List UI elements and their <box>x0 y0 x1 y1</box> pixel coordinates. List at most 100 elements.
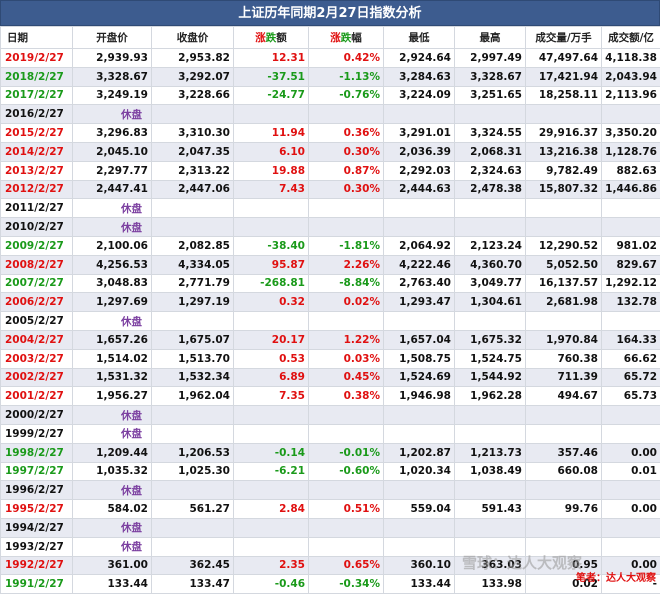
cell-low[interactable]: 1,020.34 <box>384 462 455 481</box>
cell-high[interactable]: 4,360.70 <box>455 255 526 274</box>
cell-high[interactable]: 1,675.32 <box>455 330 526 349</box>
cell-close[interactable]: 2,313.22 <box>152 161 234 180</box>
cell-low[interactable]: 133.44 <box>384 575 455 594</box>
cell-high[interactable]: 3,251.65 <box>455 86 526 105</box>
cell-high[interactable]: 1,038.49 <box>455 462 526 481</box>
cell-low[interactable]: 2,292.03 <box>384 161 455 180</box>
cell-open[interactable]: 1,035.32 <box>73 462 152 481</box>
cell-close[interactable]: 2,771.79 <box>152 274 234 293</box>
cell-open[interactable]: 361.00 <box>73 556 152 575</box>
cell-halt-label[interactable]: 休盘 <box>73 312 152 331</box>
header-low[interactable]: 最低 <box>384 27 455 49</box>
cell-open[interactable]: 2,447.41 <box>73 180 152 199</box>
cell-amt[interactable]: 1,292.12 <box>602 274 660 293</box>
cell-halt-label[interactable]: 休盘 <box>73 481 152 500</box>
cell-amt[interactable]: 1,446.86 <box>602 180 660 199</box>
cell-date[interactable]: 2005/2/27 <box>1 312 73 331</box>
cell-close[interactable]: 3,228.66 <box>152 86 234 105</box>
cell-low[interactable]: 3,284.63 <box>384 67 455 86</box>
cell-empty[interactable] <box>309 537 384 556</box>
cell-chg[interactable]: 11.94 <box>234 124 309 143</box>
cell-amt[interactable]: 65.72 <box>602 368 660 387</box>
cell-empty[interactable] <box>384 406 455 425</box>
cell-vol[interactable]: 13,216.38 <box>526 142 602 161</box>
cell-empty[interactable] <box>234 481 309 500</box>
cell-pct[interactable]: 0.02% <box>309 293 384 312</box>
cell-amt[interactable]: 4,118.38 <box>602 49 660 68</box>
cell-empty[interactable] <box>384 537 455 556</box>
cell-halt-label[interactable]: 休盘 <box>73 406 152 425</box>
cell-close[interactable]: 1,206.53 <box>152 443 234 462</box>
cell-empty[interactable] <box>602 481 660 500</box>
cell-amt[interactable]: 2,043.94 <box>602 67 660 86</box>
cell-chg[interactable]: -6.21 <box>234 462 309 481</box>
cell-date[interactable]: 2019/2/27 <box>1 49 73 68</box>
cell-chg[interactable]: 12.31 <box>234 49 309 68</box>
cell-close[interactable]: 1,962.04 <box>152 387 234 406</box>
cell-amt[interactable]: 981.02 <box>602 236 660 255</box>
cell-empty[interactable] <box>384 312 455 331</box>
cell-high[interactable]: 2,997.49 <box>455 49 526 68</box>
cell-high[interactable]: 2,068.31 <box>455 142 526 161</box>
cell-empty[interactable] <box>309 406 384 425</box>
cell-high[interactable]: 3,328.67 <box>455 67 526 86</box>
header-high[interactable]: 最高 <box>455 27 526 49</box>
cell-empty[interactable] <box>602 218 660 237</box>
cell-pct[interactable]: 0.30% <box>309 142 384 161</box>
cell-empty[interactable] <box>455 312 526 331</box>
cell-halt-label[interactable]: 休盘 <box>73 537 152 556</box>
cell-amt[interactable]: 66.62 <box>602 349 660 368</box>
cell-open[interactable]: 2,100.06 <box>73 236 152 255</box>
cell-open[interactable]: 1,657.26 <box>73 330 152 349</box>
cell-vol[interactable]: 18,258.11 <box>526 86 602 105</box>
cell-vol[interactable]: 9,782.49 <box>526 161 602 180</box>
cell-pct[interactable]: 0.65% <box>309 556 384 575</box>
cell-halt-label[interactable]: 休盘 <box>73 424 152 443</box>
cell-amt[interactable]: 0.00 <box>602 500 660 519</box>
cell-empty[interactable] <box>602 518 660 537</box>
cell-amt[interactable]: 164.33 <box>602 330 660 349</box>
cell-open[interactable]: 584.02 <box>73 500 152 519</box>
cell-high[interactable]: 1,962.28 <box>455 387 526 406</box>
cell-chg[interactable]: 2.35 <box>234 556 309 575</box>
cell-pct[interactable]: -1.13% <box>309 67 384 86</box>
cell-vol[interactable]: 17,421.94 <box>526 67 602 86</box>
cell-empty[interactable] <box>152 406 234 425</box>
cell-chg[interactable]: 7.43 <box>234 180 309 199</box>
cell-empty[interactable] <box>234 105 309 124</box>
cell-empty[interactable] <box>602 424 660 443</box>
cell-chg[interactable]: -0.46 <box>234 575 309 594</box>
cell-empty[interactable] <box>234 199 309 218</box>
cell-chg[interactable]: -38.40 <box>234 236 309 255</box>
cell-amt[interactable]: 65.73 <box>602 387 660 406</box>
cell-date[interactable]: 2003/2/27 <box>1 349 73 368</box>
cell-pct[interactable]: 2.26% <box>309 255 384 274</box>
cell-empty[interactable] <box>526 406 602 425</box>
cell-vol[interactable]: 99.76 <box>526 500 602 519</box>
cell-empty[interactable] <box>309 424 384 443</box>
cell-open[interactable]: 3,328.67 <box>73 67 152 86</box>
cell-empty[interactable] <box>152 312 234 331</box>
cell-chg[interactable]: 7.35 <box>234 387 309 406</box>
cell-low[interactable]: 3,224.09 <box>384 86 455 105</box>
cell-open[interactable]: 1,531.32 <box>73 368 152 387</box>
cell-date[interactable]: 1991/2/27 <box>1 575 73 594</box>
cell-date[interactable]: 1997/2/27 <box>1 462 73 481</box>
cell-empty[interactable] <box>602 199 660 218</box>
cell-date[interactable]: 1993/2/27 <box>1 537 73 556</box>
cell-low[interactable]: 1,202.87 <box>384 443 455 462</box>
cell-open[interactable]: 1,956.27 <box>73 387 152 406</box>
cell-open[interactable]: 133.44 <box>73 575 152 594</box>
cell-close[interactable]: 133.47 <box>152 575 234 594</box>
cell-empty[interactable] <box>309 105 384 124</box>
cell-close[interactable]: 2,953.82 <box>152 49 234 68</box>
cell-high[interactable]: 591.43 <box>455 500 526 519</box>
cell-open[interactable]: 1,514.02 <box>73 349 152 368</box>
cell-chg[interactable]: 95.87 <box>234 255 309 274</box>
cell-low[interactable]: 1,293.47 <box>384 293 455 312</box>
cell-close[interactable]: 362.45 <box>152 556 234 575</box>
header-volume[interactable]: 成交量/万手 <box>526 27 602 49</box>
cell-low[interactable]: 3,291.01 <box>384 124 455 143</box>
cell-date[interactable]: 2002/2/27 <box>1 368 73 387</box>
cell-empty[interactable] <box>602 105 660 124</box>
